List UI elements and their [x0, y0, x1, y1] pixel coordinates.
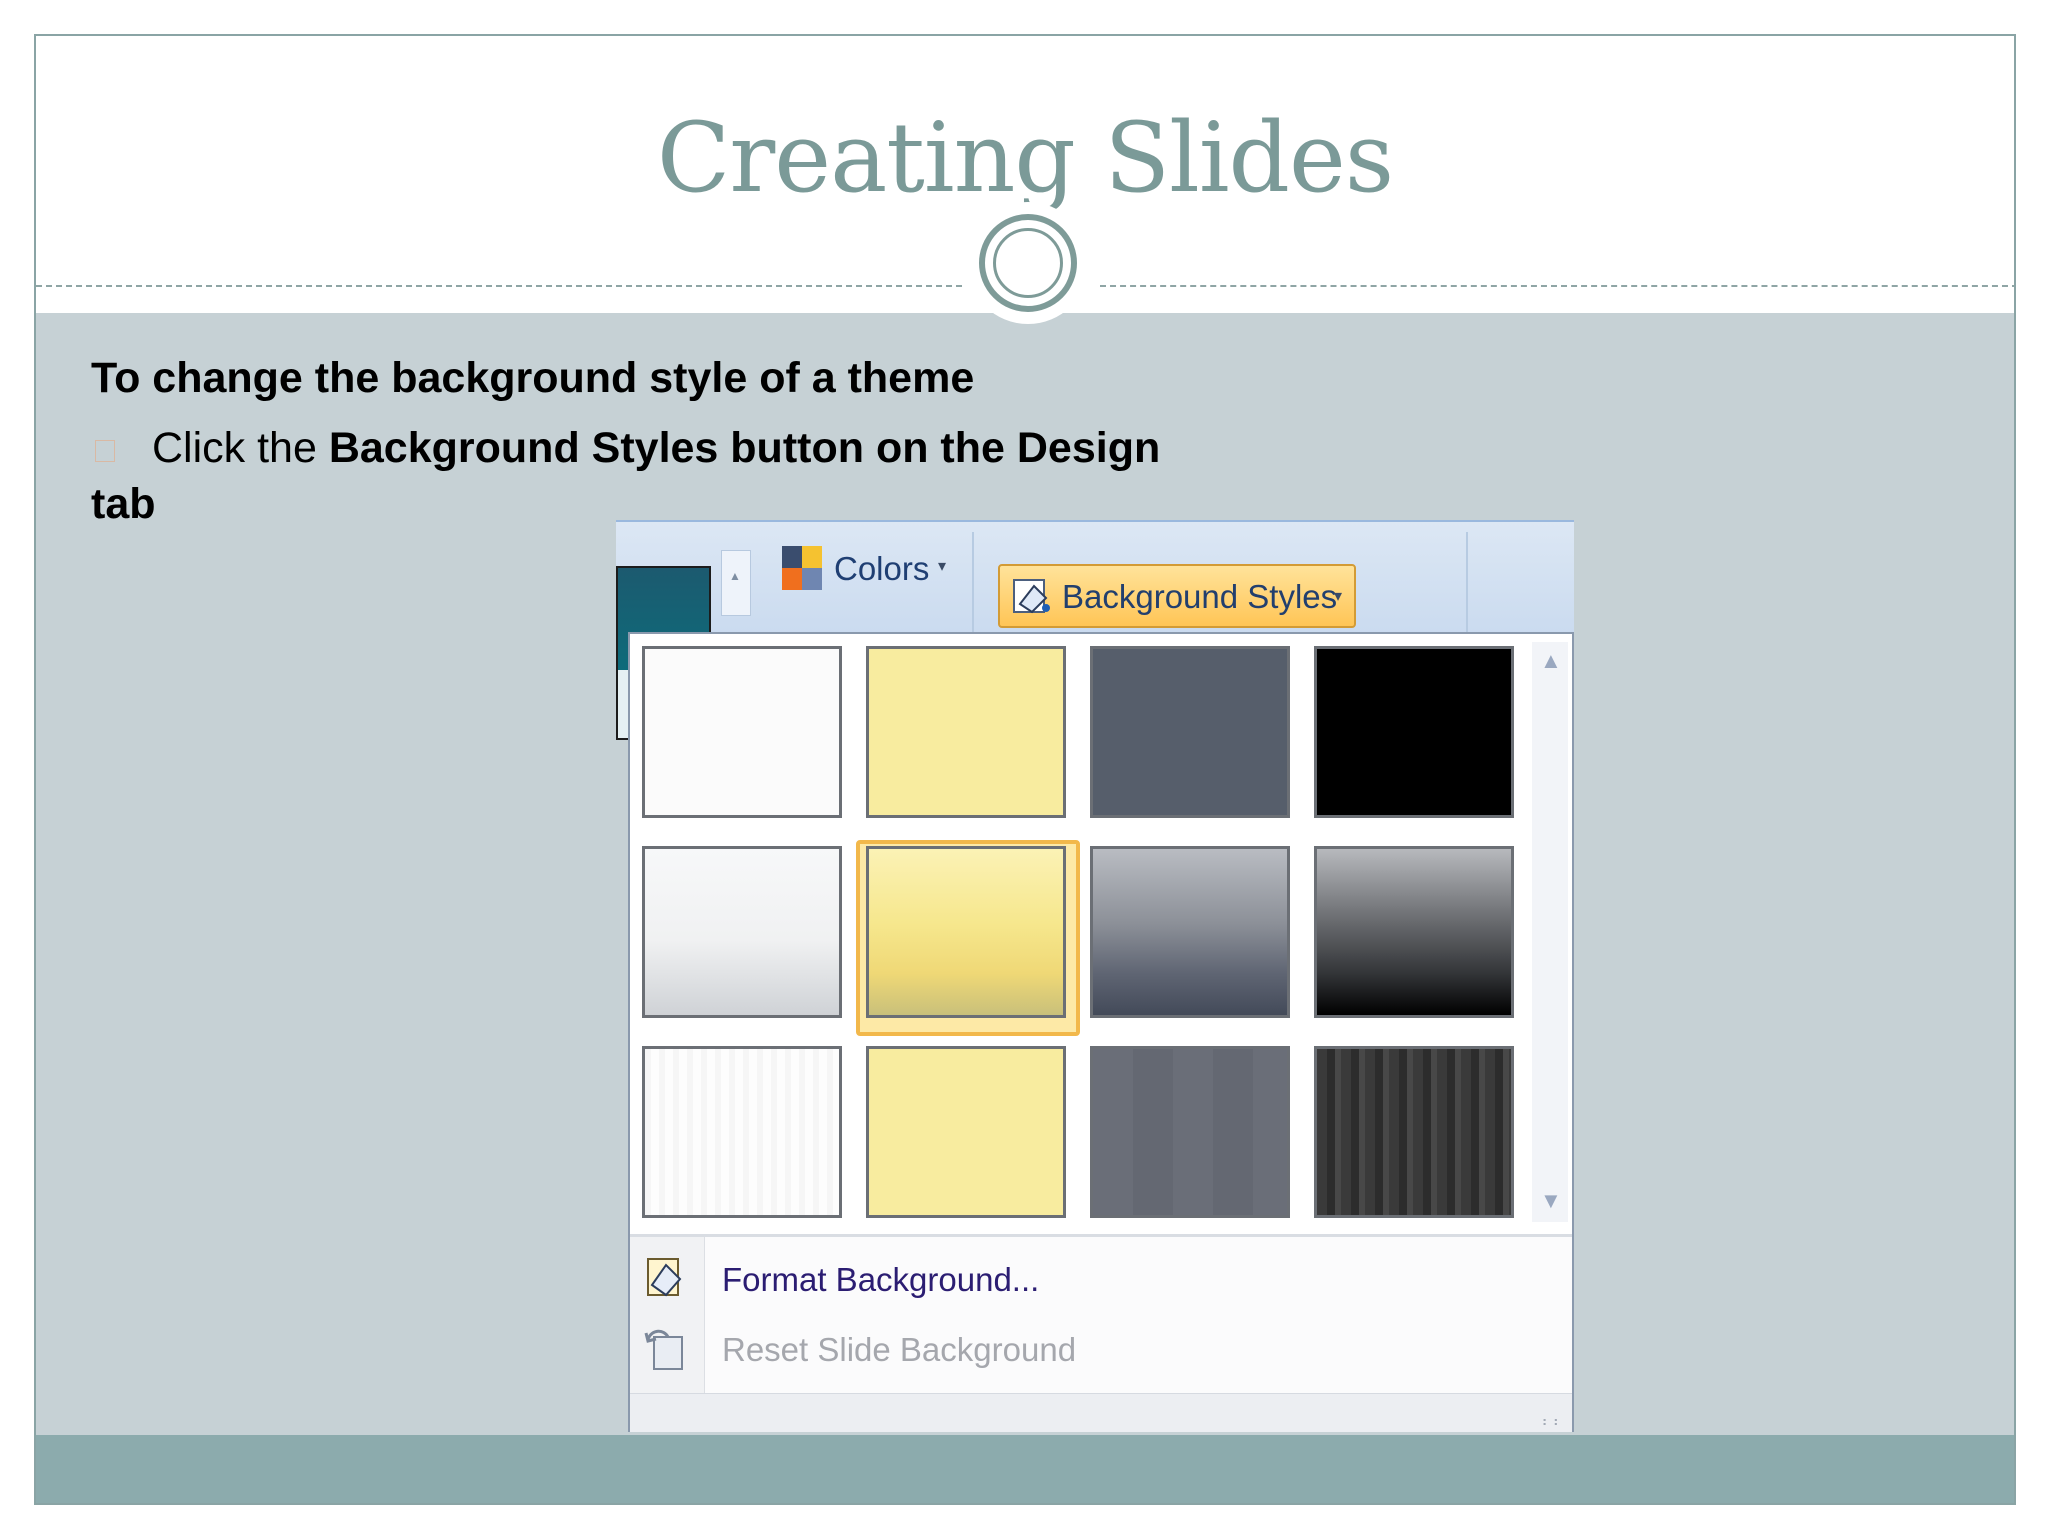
background-styles-dropdown-icon: ▾	[1334, 588, 1343, 605]
slide-title: Creating Slides	[656, 102, 1394, 214]
colors-icon	[782, 546, 822, 590]
bullet-text-tail: tab	[91, 480, 156, 528]
background-style-tile[interactable]	[1314, 646, 1514, 818]
background-style-tile[interactable]	[1090, 646, 1290, 818]
reset-background-icon	[644, 1329, 683, 1370]
scroll-down-icon[interactable]: ▼	[1540, 1188, 1562, 1214]
slide: Creating Slides To change the background…	[34, 34, 2016, 1505]
background-style-tile[interactable]	[866, 1046, 1066, 1218]
header-ornament-inner-circle	[993, 228, 1063, 298]
background-style-tile[interactable]	[1314, 846, 1514, 1018]
header-divider-right	[1100, 285, 2014, 287]
bullet-text-bold: Background Styles button on the Design	[328, 424, 1161, 472]
menu-footer: ⠆⠆	[630, 1393, 1572, 1432]
background-style-tile[interactable]	[1314, 1046, 1514, 1218]
colors-dropdown-icon[interactable]: ▾	[938, 556, 946, 576]
slide-footer-band	[36, 1435, 2014, 1503]
header-ornament-circle	[979, 214, 1077, 312]
bullet-text-prefix: Click the	[152, 424, 329, 472]
themes-scroll-up-button[interactable]	[721, 550, 751, 616]
ribbon-group-separator	[972, 532, 974, 642]
colors-button[interactable]: Colors	[834, 550, 929, 588]
background-styles-label: Background Styles	[1062, 578, 1338, 615]
body-heading: To change the background style of a them…	[91, 354, 975, 402]
background-style-tile[interactable]	[1090, 1046, 1290, 1218]
paint-bucket-icon	[1013, 579, 1050, 614]
gallery-scrollbar[interactable]: ▲ ▼	[1532, 642, 1568, 1222]
design-ribbon: Colors ▾ Background Styles ▾	[616, 520, 1574, 740]
header-divider-left	[36, 285, 962, 287]
background-styles-gallery: ▲ ▼ Format Background... Reset Slide Bac…	[628, 632, 1574, 1432]
background-styles-button[interactable]: Background Styles ▾	[998, 564, 1356, 628]
background-style-tile[interactable]	[642, 846, 842, 1018]
gallery-menu: Format Background... Reset Slide Backgro…	[630, 1234, 1572, 1432]
resize-grip-icon[interactable]: ⠆⠆	[1541, 1413, 1564, 1430]
reset-slide-background-menu-item[interactable]: Reset Slide Background	[722, 1331, 1076, 1369]
background-style-tile[interactable]	[866, 846, 1066, 1018]
format-background-icon	[647, 1258, 682, 1297]
bullet-point: Click the Background Styles button on th…	[91, 420, 1291, 532]
scroll-up-icon[interactable]: ▲	[1540, 648, 1562, 674]
background-style-tile[interactable]	[642, 646, 842, 818]
background-style-tile[interactable]	[866, 646, 1066, 818]
ribbon-group-separator	[1466, 532, 1468, 642]
format-background-menu-item[interactable]: Format Background...	[722, 1261, 1039, 1299]
background-style-tile[interactable]	[642, 1046, 842, 1218]
bullet-glyph-icon	[95, 439, 115, 462]
background-styles-screenshot: Colors ▾ Background Styles ▾ ▲ ▼	[616, 520, 1574, 1432]
background-style-tile[interactable]	[1090, 846, 1290, 1018]
